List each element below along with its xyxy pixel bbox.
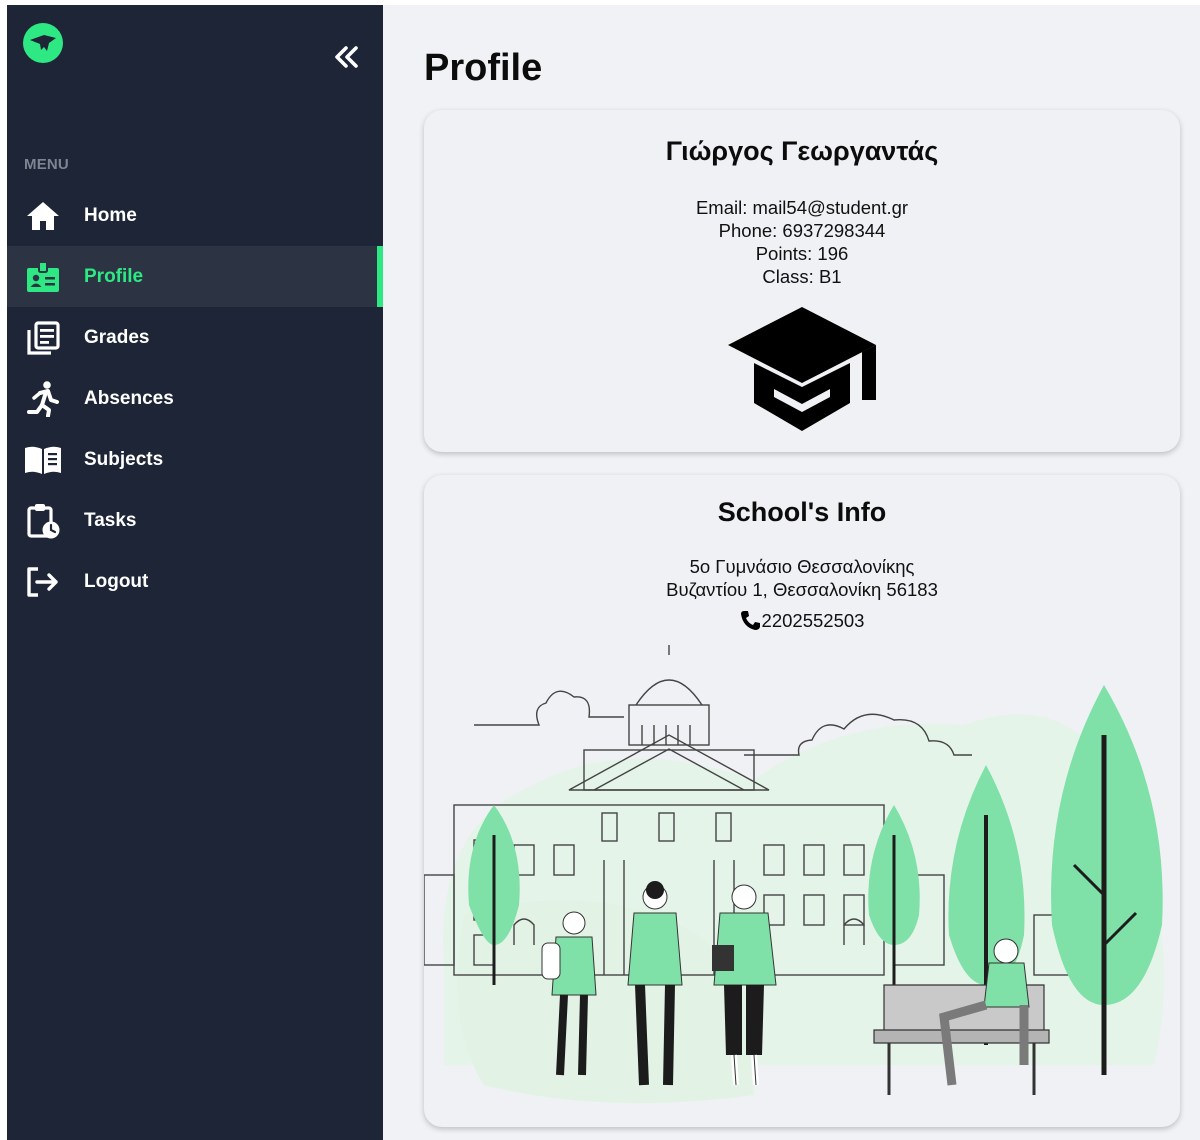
sidebar-item-label: Tasks xyxy=(84,509,137,531)
collapse-sidebar-button[interactable] xyxy=(325,39,369,75)
profile-card: Γιώργος Γεωργαντάς Email: mail54@student… xyxy=(424,110,1180,452)
sidebar-item-logout[interactable]: Logout xyxy=(7,551,383,612)
main-content: Profile Γιώργος Γεωργαντάς Email: mail54… xyxy=(383,5,1200,1140)
school-info-card: School's Info 5ο Γυμνάσιο Θεσσαλονίκης Β… xyxy=(424,475,1180,1127)
sidebar-item-tasks[interactable]: Tasks xyxy=(7,490,383,551)
open-book-icon xyxy=(23,440,63,480)
graduation-cap-icon xyxy=(728,307,876,431)
grades-icon xyxy=(23,318,63,358)
id-badge-icon xyxy=(23,257,63,297)
sidebar-item-label: Logout xyxy=(84,570,149,592)
sidebar-item-home[interactable]: Home xyxy=(7,185,383,246)
menu-section-label: MENU xyxy=(24,156,69,173)
sidebar-item-label: Subjects xyxy=(84,448,164,470)
school-info-title: School's Info xyxy=(717,497,887,527)
sidebar: MENU Home Profile Grades Absences Subjec… xyxy=(7,5,383,1140)
school-address: Βυζαντίου 1, Θεσσαλονίκη 56183 xyxy=(666,579,938,600)
clipboard-clock-icon xyxy=(23,501,63,541)
email-text: Email: mail54@student.gr xyxy=(695,197,909,218)
school-name: 5ο Γυμνάσιο Θεσσαλονίκης xyxy=(689,556,915,577)
points-text: Points: 196 xyxy=(755,243,849,264)
logout-icon xyxy=(23,562,63,602)
sidebar-item-label: Profile xyxy=(84,265,144,287)
school-details: 5ο Γυμνάσιο Θεσσαλονίκης Βυζαντίου 1, Θε… xyxy=(424,555,1180,632)
school-illustration xyxy=(424,645,1164,1103)
page-title: Profile xyxy=(424,47,543,89)
app-logo[interactable] xyxy=(23,23,63,63)
sidebar-item-absences[interactable]: Absences xyxy=(7,368,383,429)
sidebar-item-grades[interactable]: Grades xyxy=(7,307,383,368)
phone-icon xyxy=(740,610,760,630)
running-person-icon xyxy=(23,379,63,419)
school-phone: 2202552503 xyxy=(761,610,865,631)
class-text: Class: B1 xyxy=(762,266,842,287)
school-phone-row: 2202552503 xyxy=(424,609,1180,632)
student-name: Γιώργος Γεωργαντάς xyxy=(665,136,939,166)
profile-details: Email: mail54@student.gr Phone: 69372983… xyxy=(424,196,1180,288)
sidebar-item-subjects[interactable]: Subjects xyxy=(7,429,383,490)
phone-text: Phone: 6937298344 xyxy=(718,220,886,241)
sidebar-item-profile[interactable]: Profile xyxy=(7,246,383,307)
double-chevron-left-icon xyxy=(335,46,358,68)
sidebar-item-label: Grades xyxy=(84,326,150,348)
home-icon xyxy=(23,196,63,236)
sidebar-item-label: Home xyxy=(84,204,137,226)
sidebar-item-label: Absences xyxy=(84,387,174,409)
sidebar-nav: Home Profile Grades Absences Subjects Ta… xyxy=(7,185,383,612)
